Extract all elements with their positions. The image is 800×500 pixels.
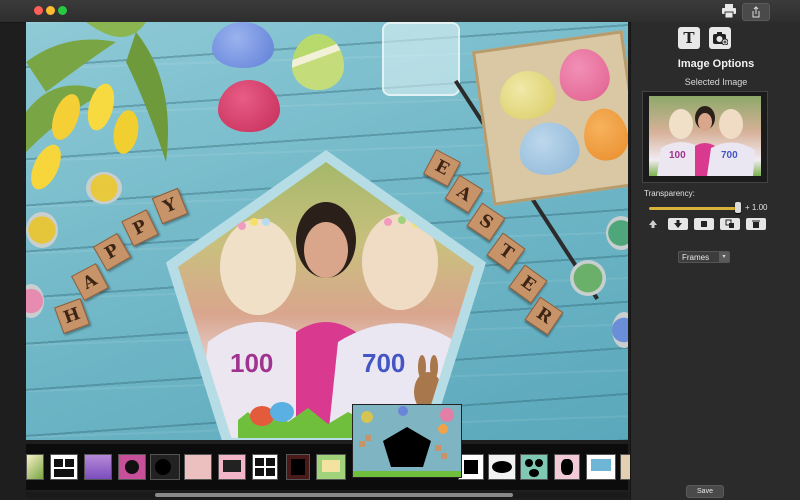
frame-thumbnail[interactable]	[316, 454, 346, 480]
share-icon	[752, 6, 760, 18]
category-select-value: Frames	[682, 253, 710, 262]
text-tool-icon: T	[683, 29, 695, 47]
delete-button[interactable]	[746, 218, 766, 230]
image-options-panel: T Image Options Selected Image 100 700 T…	[630, 22, 800, 500]
egg-basket	[471, 30, 628, 206]
save-button[interactable]: Save	[686, 485, 724, 498]
glass-jar	[382, 22, 460, 96]
transparency-slider-knob[interactable]	[735, 202, 741, 213]
frame-thumbnail[interactable]	[488, 454, 516, 480]
frame-thumbnail[interactable]	[520, 454, 548, 480]
yellow-paint-pot	[26, 212, 58, 248]
layer-front-icon	[701, 221, 707, 227]
arrow-down-icon	[674, 220, 682, 228]
svg-text:100: 100	[230, 348, 273, 378]
share-button[interactable]	[742, 3, 770, 21]
frame-thumbnail[interactable]	[218, 454, 246, 480]
frame-thumbnail[interactable]	[184, 454, 212, 480]
frames-filmstrip[interactable]	[26, 444, 632, 490]
svg-text:700: 700	[362, 348, 405, 378]
trash-icon	[752, 220, 760, 228]
frame-thumbnail[interactable]	[586, 454, 616, 480]
layer-back-icon	[725, 219, 734, 228]
green-paint-pot	[570, 260, 606, 296]
panel-title: Image Options	[677, 58, 755, 70]
title-bar	[0, 0, 800, 23]
frame-thumbnail[interactable]	[118, 454, 146, 480]
frame-thumbnail[interactable]	[252, 454, 278, 480]
pink-star-egg	[218, 80, 280, 132]
move-up-button[interactable]	[643, 218, 663, 230]
camera-add-icon	[713, 32, 728, 45]
transparency-label: Transparency:	[644, 189, 695, 198]
selected-photo: 100 700	[657, 106, 755, 176]
easter-frame-preview	[353, 405, 461, 477]
chevron-down-icon: ▾	[719, 252, 729, 262]
frame-thumbnail[interactable]	[84, 454, 112, 480]
send-back-button[interactable]	[720, 218, 740, 230]
category-select[interactable]: Frames ▾	[678, 251, 730, 263]
green-striped-egg	[292, 34, 344, 90]
transparency-value: + 1.00	[745, 203, 768, 212]
frame-thumbnail[interactable]	[286, 454, 310, 480]
frame-thumbnail[interactable]	[50, 454, 78, 480]
bring-front-button[interactable]	[694, 218, 714, 230]
frame-thumbnail[interactable]	[26, 454, 44, 480]
add-text-button[interactable]: T	[678, 27, 700, 49]
transparency-slider-track[interactable]	[649, 207, 739, 210]
arrow-up-icon	[649, 220, 657, 228]
print-button[interactable]	[719, 3, 739, 19]
window-close-button[interactable]	[34, 6, 43, 15]
app-window: H A P P Y E A S T E R 100 700 T Image Op…	[0, 0, 800, 500]
filmstrip-scroll-thumb[interactable]	[155, 493, 513, 497]
move-down-button[interactable]	[668, 218, 688, 230]
svg-text:700: 700	[721, 150, 738, 161]
selected-frame-thumbnail[interactable]	[352, 404, 462, 478]
window-maximize-button[interactable]	[58, 6, 67, 15]
editor-canvas[interactable]: H A P P Y E A S T E R 100 700	[26, 22, 628, 440]
frame-thumbnail[interactable]	[554, 454, 580, 480]
selected-image-label: Selected Image	[684, 77, 748, 87]
printer-icon	[722, 4, 736, 18]
selected-image-preview: 100 700	[649, 96, 761, 176]
add-image-button[interactable]	[709, 27, 731, 49]
green-paint-pot	[606, 216, 628, 250]
window-minimize-button[interactable]	[46, 6, 55, 15]
svg-text:100: 100	[669, 150, 686, 161]
yellow-paint-pot	[86, 172, 122, 204]
blue-dotted-egg	[212, 22, 274, 68]
frame-thumbnail[interactable]	[150, 454, 180, 480]
